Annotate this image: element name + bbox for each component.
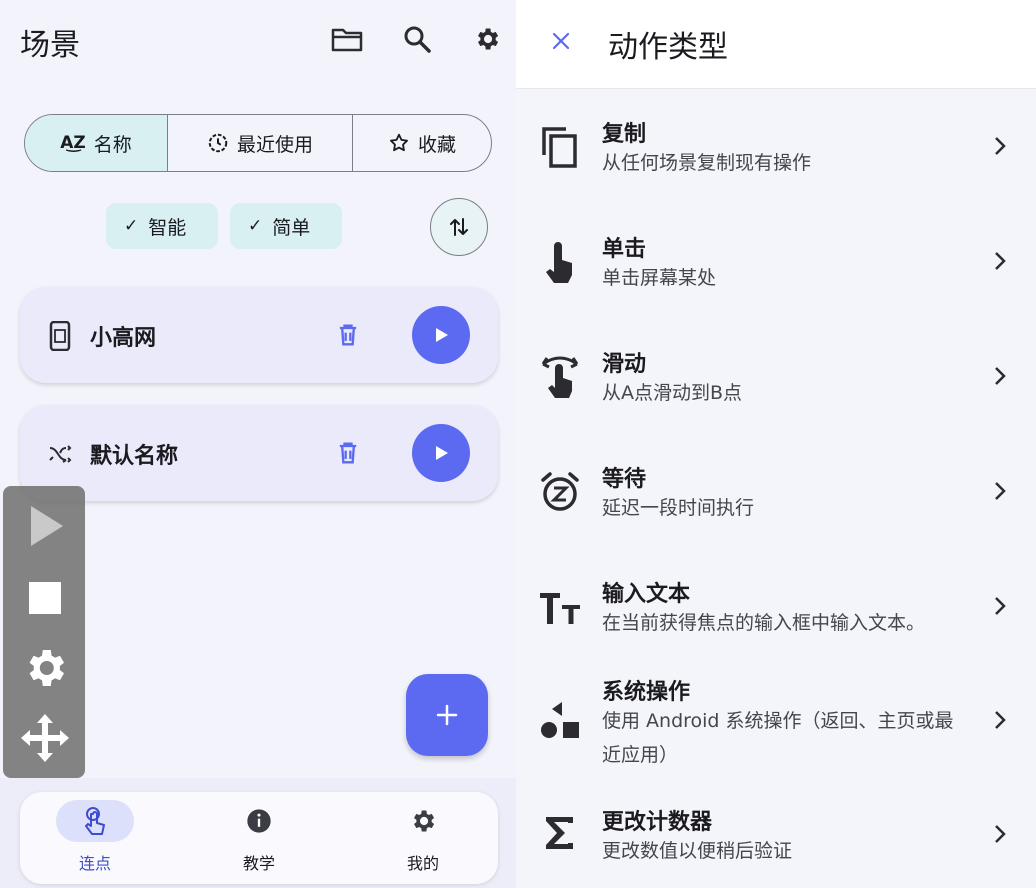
scene-card[interactable]: 默认名称: [20, 405, 498, 501]
action-item-system[interactable]: 系统操作 使用 Android 系统操作（返回、主页或最近应用）: [516, 666, 1036, 786]
plus-icon: [436, 704, 458, 726]
close-icon[interactable]: [546, 26, 576, 56]
delete-icon[interactable]: [334, 321, 362, 349]
phone-icon: [49, 321, 71, 351]
bottom-navigation: 连点 教学 我的: [20, 792, 498, 884]
shapes-icon: [538, 696, 582, 742]
sort-direction-button[interactable]: [430, 198, 488, 256]
check-icon: ✓: [248, 216, 263, 236]
action-item-copy[interactable]: 复制 从任何场景复制现有操作: [516, 108, 1036, 220]
chevron-right-icon: [995, 711, 1006, 729]
sort-tab-name[interactable]: A͜Z 名称: [25, 115, 167, 171]
dialog-title: 动作类型: [608, 30, 728, 65]
floating-gear-icon[interactable]: [19, 642, 71, 694]
chevron-right-icon: [995, 252, 1006, 270]
action-item-wait[interactable]: 等待 延迟一段时间执行: [516, 453, 1036, 565]
nav-item-tutorial[interactable]: 教学: [204, 800, 314, 876]
sigma-icon: [538, 810, 582, 856]
chevron-right-icon: [995, 367, 1006, 385]
filter-chip-simple[interactable]: ✓ 简单: [230, 203, 342, 249]
page-title: 场景: [20, 28, 80, 63]
text-size-icon: [538, 584, 582, 630]
scene-name: 默认名称: [90, 444, 179, 469]
nav-item-mine[interactable]: 我的: [368, 800, 478, 876]
chevron-right-icon: [995, 482, 1006, 500]
action-item-input-text[interactable]: 输入文本 在当前获得焦点的输入框中输入文本。: [516, 568, 1036, 680]
chevron-right-icon: [995, 137, 1006, 155]
swipe-icon: [538, 352, 582, 398]
filter-chip-smart[interactable]: ✓ 智能: [106, 203, 218, 249]
play-scene-button[interactable]: [412, 424, 470, 482]
search-icon[interactable]: [400, 22, 434, 56]
sort-alpha-icon: A͜Z: [60, 133, 86, 153]
floating-play-icon[interactable]: [19, 500, 71, 552]
touch-icon: [56, 800, 134, 842]
action-item-click[interactable]: 单击 单击屏幕某处: [516, 223, 1036, 335]
gear-icon: [384, 800, 462, 842]
floating-control-panel: [3, 486, 85, 778]
floating-move-icon[interactable]: [19, 712, 71, 764]
scene-name: 小高网: [90, 326, 157, 351]
action-item-swipe[interactable]: 滑动 从A点滑动到B点: [516, 338, 1036, 450]
play-icon: [436, 446, 448, 460]
sort-tab-favorite[interactable]: 收藏: [352, 115, 491, 171]
tap-icon: [538, 239, 582, 285]
sort-tab-recent[interactable]: 最近使用: [167, 115, 352, 171]
info-icon: [220, 800, 298, 842]
chevron-right-icon: [995, 597, 1006, 615]
sort-segmented-control: A͜Z 名称 最近使用 收藏: [24, 114, 492, 172]
dialog-header: 动作类型: [516, 0, 1036, 89]
swap-vertical-icon: [450, 218, 468, 236]
chevron-right-icon: [995, 825, 1006, 843]
action-type-dialog: 动作类型 复制 从任何场景复制现有操作 单击 单击屏幕某处 滑动 从A点滑动到B…: [516, 0, 1036, 888]
delete-icon[interactable]: [334, 439, 362, 467]
shuffle-icon: [49, 445, 72, 463]
folder-icon[interactable]: [330, 22, 364, 56]
check-icon: ✓: [124, 216, 139, 236]
settings-gear-icon[interactable]: [470, 22, 504, 56]
scene-list-screen: 场景 A͜Z 名称 最近使用 收藏 ✓ 智能 ✓ 简单 小高网 默认名称 连点 …: [0, 0, 516, 888]
nav-item-clicker[interactable]: 连点: [40, 800, 150, 876]
history-icon: [208, 133, 228, 153]
play-scene-button[interactable]: [412, 306, 470, 364]
floating-stop-icon[interactable]: [19, 572, 71, 624]
play-icon: [436, 328, 448, 342]
scene-card[interactable]: 小高网: [20, 287, 498, 383]
add-scene-button[interactable]: [406, 674, 488, 756]
star-icon: [390, 133, 408, 152]
action-item-counter[interactable]: 更改计数器 更改数值以便稍后验证: [516, 796, 1036, 888]
copy-icon: [538, 124, 582, 170]
alarm-snooze-icon: [538, 469, 582, 515]
